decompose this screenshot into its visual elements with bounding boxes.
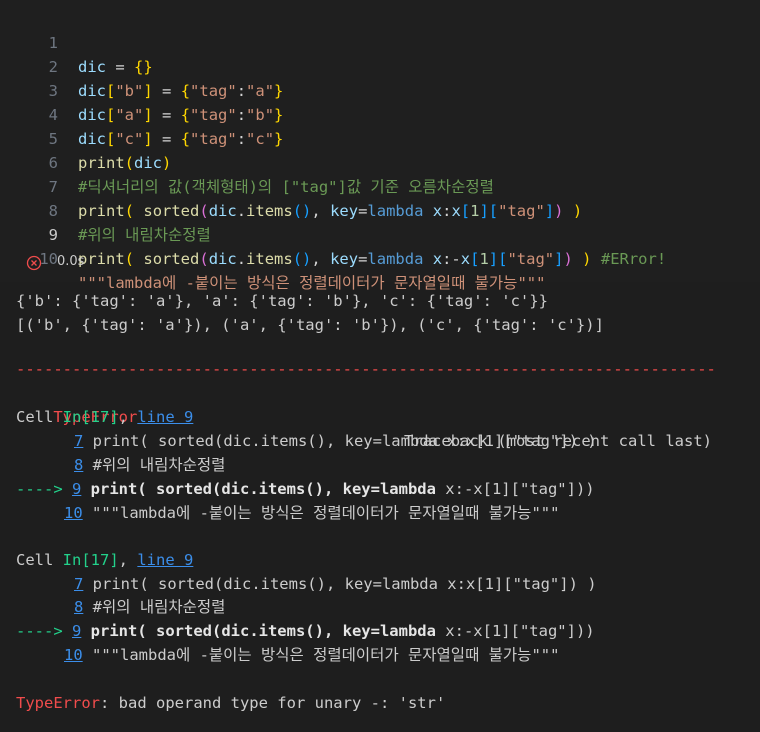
code-line: 2 dic["b"] = {"tag":"a"}: [0, 31, 760, 100]
traceback-line-number[interactable]: 10: [64, 646, 83, 664]
error-name: TypeError: [16, 694, 100, 712]
error-message: TypeError: bad operand type for unary -:…: [16, 694, 446, 712]
cell-output: {'b': {'tag': 'a'}, 'a': {'tag': 'b'}, '…: [0, 282, 760, 732]
code-line: 7 print( sorted(dic.items(), key=lambda …: [0, 151, 760, 220]
traceback-header: TypeError Traceback (most recent call la…: [16, 381, 736, 450]
code-line: 1 dic = {}: [0, 7, 760, 76]
code-line: 4 dic["c"] = {"tag":"c"}: [0, 79, 760, 148]
code-line: 10 """lambda에 -붙이는 방식은 정렬데이터가 문자열일때 불가능"…: [0, 223, 760, 292]
traceback-frame-header: Cell In[17], line 9: [16, 551, 194, 569]
traceback-line-number[interactable]: 9: [72, 480, 81, 498]
cell-in-label: In[17]: [62, 408, 119, 426]
cell-status-bar: 0.0s: [0, 250, 760, 276]
code-line: 3 dic["a"] = {"tag":"b"}: [0, 55, 760, 124]
notebook-cell[interactable]: 1 dic = {} 2 dic["b"] = {"tag":"a"} 3 di…: [0, 0, 760, 292]
line-link[interactable]: line 9: [137, 408, 193, 426]
traceback-line: 7 print( sorted(dic.items(), key=lambda …: [74, 575, 597, 593]
traceback-line-number[interactable]: 10: [64, 504, 83, 522]
traceback-line: 10 """lambda에 -붙이는 방식은 정렬데이터가 문자열일때 불가능"…: [64, 504, 560, 522]
code-line: 5 print(dic): [0, 103, 760, 172]
code-editor[interactable]: 1 dic = {} 2 dic["b"] = {"tag":"a"} 3 di…: [0, 0, 760, 292]
traceback-line-number[interactable]: 8: [74, 598, 83, 616]
cell-in-label: In[17]: [62, 551, 119, 569]
code-line: 6 #딕셔너리의 값(객체형태)의 ["tag"]값 기준 오름차순정렬: [0, 127, 760, 196]
execution-time: 0.0s: [57, 254, 85, 269]
traceback-arrow: ---->: [16, 622, 72, 640]
traceback-separator: ----------------------------------------…: [16, 360, 716, 378]
traceback-line-number[interactable]: 9: [72, 622, 81, 640]
traceback-line-number[interactable]: 8: [74, 456, 83, 474]
code-line: 8 #위의 내림차순정렬: [0, 175, 760, 244]
output-line: [('b', {'tag': 'a'}), ('a', {'tag': 'b'}…: [16, 316, 604, 334]
traceback-line: 10 """lambda에 -붙이는 방식은 정렬데이터가 문자열일때 불가능"…: [64, 646, 560, 664]
traceback-line: 7 print( sorted(dic.items(), key=lambda …: [74, 432, 597, 450]
traceback-arrow: ---->: [16, 480, 72, 498]
line-link[interactable]: line 9: [137, 551, 193, 569]
traceback-line-number[interactable]: 7: [74, 575, 83, 593]
traceback-line: 8 #위의 내림차순정렬: [74, 456, 226, 474]
traceback-line-current: ----> 9 print( sorted(dic.items(), key=l…: [16, 480, 595, 498]
code-line: 9 print( sorted(dic.items(), key=lambda …: [0, 199, 760, 268]
error-circle-icon: [26, 255, 42, 271]
traceback-line-current: ----> 9 print( sorted(dic.items(), key=l…: [16, 622, 595, 640]
traceback-line: 8 #위의 내림차순정렬: [74, 598, 226, 616]
traceback-frame-header: Cell In[17], line 9: [16, 408, 194, 426]
output-line: {'b': {'tag': 'a'}, 'a': {'tag': 'b'}, '…: [16, 292, 548, 310]
traceback-line-number[interactable]: 7: [74, 432, 83, 450]
